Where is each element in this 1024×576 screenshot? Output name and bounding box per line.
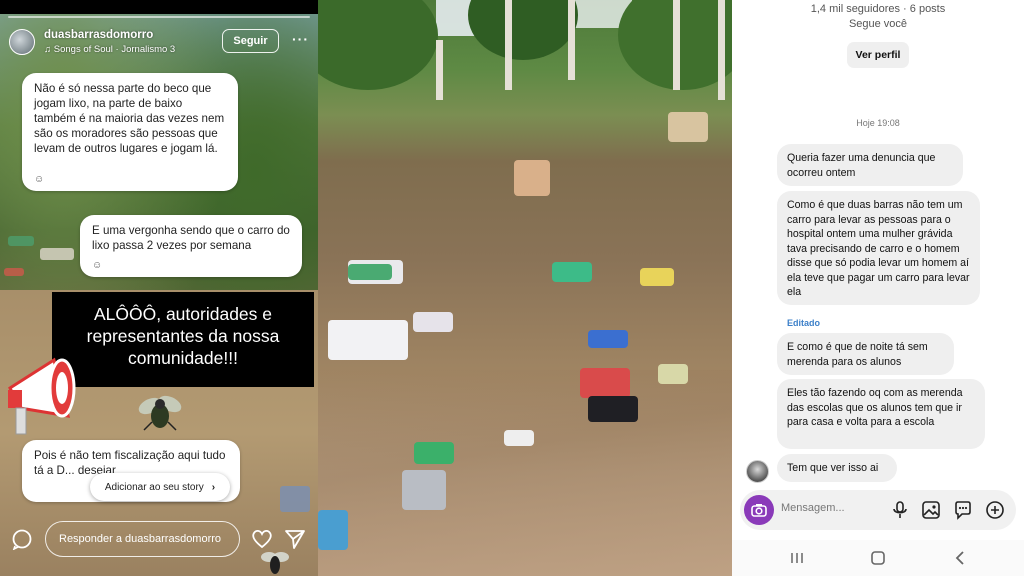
- nav-back-icon[interactable]: [951, 549, 969, 567]
- camera-button[interactable]: [744, 495, 774, 525]
- camera-icon: [751, 504, 767, 517]
- story-trash: [40, 248, 74, 260]
- follow-button[interactable]: Seguir: [222, 29, 279, 53]
- instagram-story: duasbarrasdomorro ♫ Songs of Soul · Jorn…: [0, 0, 318, 576]
- chat-message[interactable]: Como é que duas barras não tem um carro …: [777, 191, 980, 305]
- nav-recents-icon[interactable]: [788, 549, 806, 567]
- story-trash: [8, 236, 34, 246]
- photo-litter: [588, 330, 628, 348]
- story-headline: ALÔÔÔ, autoridades e representantes da n…: [52, 292, 314, 387]
- chat-message[interactable]: Eles tão fazendo oq com as merenda das e…: [777, 379, 985, 449]
- add-to-story-button[interactable]: Adicionar ao seu story ›: [90, 473, 230, 501]
- emoji-icon: ☺: [34, 174, 45, 185]
- photo-litter: [413, 312, 453, 332]
- photo-tree: [318, 0, 438, 90]
- emoji-icon: ☺: [92, 260, 103, 271]
- edited-label: Editado: [787, 318, 820, 328]
- view-profile-button[interactable]: Ver perfil: [847, 42, 909, 68]
- add-to-story-label: Adicionar ao seu story: [104, 481, 204, 493]
- megaphone-icon: [8, 357, 76, 435]
- story-status-bar: [0, 0, 318, 14]
- story-username[interactable]: duasbarrasdomorro: [44, 29, 153, 41]
- avatar[interactable]: [746, 460, 769, 483]
- photo-litter: [504, 430, 534, 446]
- chat-message[interactable]: E como é que de noite tá sem merenda par…: [777, 333, 954, 375]
- chat-message[interactable]: Tem que ver isso ai: [777, 454, 897, 482]
- image-icon[interactable]: [921, 500, 941, 520]
- follows-you-label: Segue você: [848, 18, 908, 30]
- chevron-right-icon: ›: [211, 481, 216, 493]
- photo-litter: [552, 262, 592, 282]
- message-timestamp: Hoje 19:08: [856, 118, 900, 128]
- story-progress-bar: [8, 16, 310, 18]
- garbage-photo: [318, 0, 732, 576]
- photo-tree-trunk: [568, 0, 575, 80]
- screenshot-collage: duasbarrasdomorro ♫ Songs of Soul · Jorn…: [0, 0, 1024, 576]
- photo-tree-trunk: [436, 40, 443, 100]
- direct-message-thread: 1,4 mil seguidores · 6 posts Segue você …: [732, 0, 1024, 576]
- heart-icon[interactable]: [251, 529, 273, 549]
- photo-litter: [580, 368, 630, 398]
- photo-litter: [514, 160, 550, 196]
- android-navigation-bar: [732, 540, 1024, 576]
- photo-litter: [640, 268, 674, 286]
- photo-litter: [588, 396, 638, 422]
- story-trash: [280, 486, 310, 512]
- photo-litter: [328, 320, 408, 360]
- photo-tree-trunk: [673, 0, 680, 90]
- message-input[interactable]: Mensagem...: [781, 502, 845, 514]
- photo-tree: [468, 0, 578, 60]
- photo-litter: [658, 364, 688, 384]
- microphone-icon[interactable]: [890, 500, 910, 520]
- photo-tree-trunk: [718, 0, 725, 100]
- send-icon[interactable]: [284, 528, 306, 550]
- photo-litter: [668, 112, 708, 142]
- reply-icon[interactable]: [11, 528, 33, 550]
- photo-litter: [402, 470, 446, 510]
- profile-followers-count: 1,4 mil seguidores · 6 posts: [810, 3, 946, 15]
- photo-tree-trunk: [505, 0, 512, 90]
- photo-litter: [348, 264, 392, 280]
- fly-icon: [261, 552, 289, 574]
- bubble-text: Não é só nessa parte do beco que jogam l…: [34, 82, 225, 155]
- bubble-text: E uma vergonha sendo que o carro do lixo…: [92, 224, 290, 252]
- chat-message[interactable]: Queria fazer uma denuncia que ocorreu on…: [777, 144, 963, 186]
- avatar[interactable]: [9, 29, 35, 55]
- reply-input[interactable]: Responder a duasbarrasdomorro: [45, 521, 240, 557]
- photo-litter: [414, 442, 454, 464]
- message-composer: Mensagem...: [740, 490, 1016, 530]
- photo-litter: [318, 510, 348, 550]
- photo-ditch: [318, 370, 732, 576]
- more-icon[interactable]: ···: [292, 31, 309, 47]
- fly-icon: [138, 395, 182, 431]
- story-music[interactable]: ♫ Songs of Soul · Jornalismo 3: [44, 44, 175, 55]
- nav-home-icon[interactable]: [869, 549, 887, 567]
- sticker-icon[interactable]: [953, 500, 973, 520]
- music-icon: ♫: [44, 44, 54, 55]
- plus-icon[interactable]: [985, 500, 1005, 520]
- story-message-bubble: E uma vergonha sendo que o carro do lixo…: [80, 215, 302, 277]
- story-message-bubble: Não é só nessa parte do beco que jogam l…: [22, 73, 238, 191]
- story-music-label: Songs of Soul · Jornalismo 3: [53, 44, 176, 55]
- story-trash: [4, 268, 24, 276]
